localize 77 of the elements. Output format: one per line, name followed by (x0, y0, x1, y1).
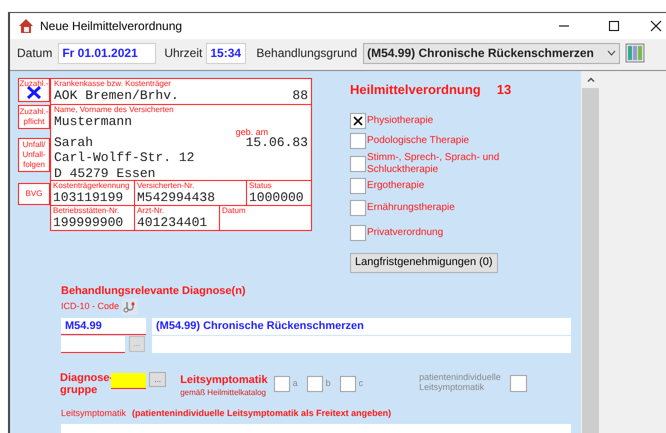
icd-code-field[interactable]: M54.99 (61, 318, 146, 335)
side-label: Zuzahl.- pflicht (20, 107, 48, 127)
diagnosis-description: (M54.99) Chronische Rückenschmerzen (152, 318, 571, 335)
prescription-heading: Heilmittelverordnung (350, 81, 481, 99)
side-label: Zuzahl.- (20, 79, 48, 89)
option-label: b (326, 377, 331, 390)
field-label: Versicherten-Nr. (137, 181, 196, 190)
surname-value: Mustermann (54, 114, 134, 130)
reason-dropdown[interactable]: (M54.99) Chronische Rückenschmerzen (363, 42, 620, 64)
insurer-value: AOK Bremen/Brhv. (54, 88, 179, 103)
symptom-checkbox[interactable] (274, 376, 290, 392)
city-value: D 45279 Essen (54, 166, 156, 181)
time-field[interactable]: 15:34 (206, 42, 246, 64)
therapy-label: Physiotherapie (367, 114, 434, 126)
field-value: 1000000 (249, 190, 305, 205)
field-value: M542994438 (137, 190, 216, 205)
long-term-approvals-button[interactable]: Langfristgenehmigungen (0) (350, 252, 498, 272)
birth-label: geb. am (236, 128, 268, 136)
field-value: 103119199 (53, 190, 124, 205)
reason-label: Behandlungsgrund (256, 45, 358, 62)
free-text-hint: (patientenindividuelle Leitsymptomatik als Freitext angeben) (132, 407, 392, 420)
field-label: Krankenkasse bzw. Kostenträger (54, 79, 172, 88)
therapy-label: Ernährungstherapie (367, 202, 456, 214)
field-label: Name, Vorname des Versicherten (54, 105, 175, 114)
diagnosis-group-label: Diagnose- gruppe (60, 372, 114, 396)
therapy-checkbox[interactable] (350, 112, 366, 128)
icd-code-field[interactable] (61, 336, 125, 353)
option-label: c (358, 377, 364, 390)
window-title: Neue Heilmittelverordnung (40, 18, 182, 35)
symptom-checkbox[interactable] (306, 376, 323, 392)
individual-symptoms-label: patientenindividuelle Leitsymptomatik (419, 372, 501, 392)
street-value: Carl-Wolff-Str. 12 (54, 150, 196, 166)
diagnosis-heading: Behandlungsrelevante Diagnose(n) (61, 284, 247, 298)
symptom-checkbox[interactable] (340, 376, 356, 392)
time-label: Uhrzeit (164, 45, 202, 62)
chevron-down-icon (607, 50, 616, 56)
symptoms-subtitle: gemäß Heilmittelkatalog (180, 387, 267, 399)
app-icon (18, 18, 34, 34)
insurer-code: 88 (292, 88, 308, 103)
therapy-checkbox[interactable] (350, 178, 366, 194)
free-text-label: Leitsymptomatik (61, 407, 126, 420)
stethoscope-icon[interactable] (122, 299, 138, 315)
close-icon[interactable] (650, 20, 662, 32)
icd-label: ICD-10 - Code (61, 300, 120, 314)
option-label: a (292, 377, 298, 390)
diagnosis-description-field[interactable] (152, 336, 571, 353)
field-label: Status (249, 181, 273, 190)
date-field[interactable]: Fr 01.01.2021 (58, 42, 156, 64)
therapy-label: Stimm-, Sprech-, Sprach- und Schlucktherapie (367, 152, 500, 176)
prescription-number: 13 (496, 81, 512, 99)
therapy-checkbox[interactable] (350, 224, 366, 240)
birth-date-value: 15.06.83 (246, 134, 308, 150)
browse-button[interactable]: ... (149, 372, 166, 387)
individual-checkbox[interactable] (510, 375, 527, 392)
binders-icon[interactable] (625, 43, 646, 63)
date-label: Datum (17, 45, 52, 62)
therapy-checkbox[interactable] (350, 156, 366, 172)
first-name-value: Sarah (54, 134, 94, 150)
therapy-label: Ergotherapie (367, 180, 426, 192)
maximize-icon[interactable] (608, 20, 620, 32)
field-label: Datum (222, 206, 247, 215)
field-label: Kostenträgerkennung (53, 181, 130, 190)
therapy-label: Privatverordnung (367, 226, 444, 238)
field-label: Betriebsstätten-Nr. (53, 206, 120, 215)
cross-icon (353, 116, 363, 126)
symptoms-heading: Leitsymptomatik (180, 374, 268, 387)
therapy-checkbox[interactable] (350, 132, 366, 148)
scroll-up-icon[interactable] (586, 77, 594, 82)
field-value: 401234401 (137, 215, 208, 230)
field-value: 199999900 (53, 215, 124, 230)
cross-mark-icon[interactable] (27, 86, 41, 99)
therapy-checkbox[interactable] (350, 200, 366, 216)
therapy-label: Podologische Therapie (367, 134, 470, 146)
field-label: Arzt-Nr. (137, 206, 166, 215)
side-label: BVG (26, 189, 42, 199)
diagnosis-group-field[interactable] (111, 373, 146, 389)
side-label: Unfall/ Unfall- folgen (22, 140, 46, 170)
